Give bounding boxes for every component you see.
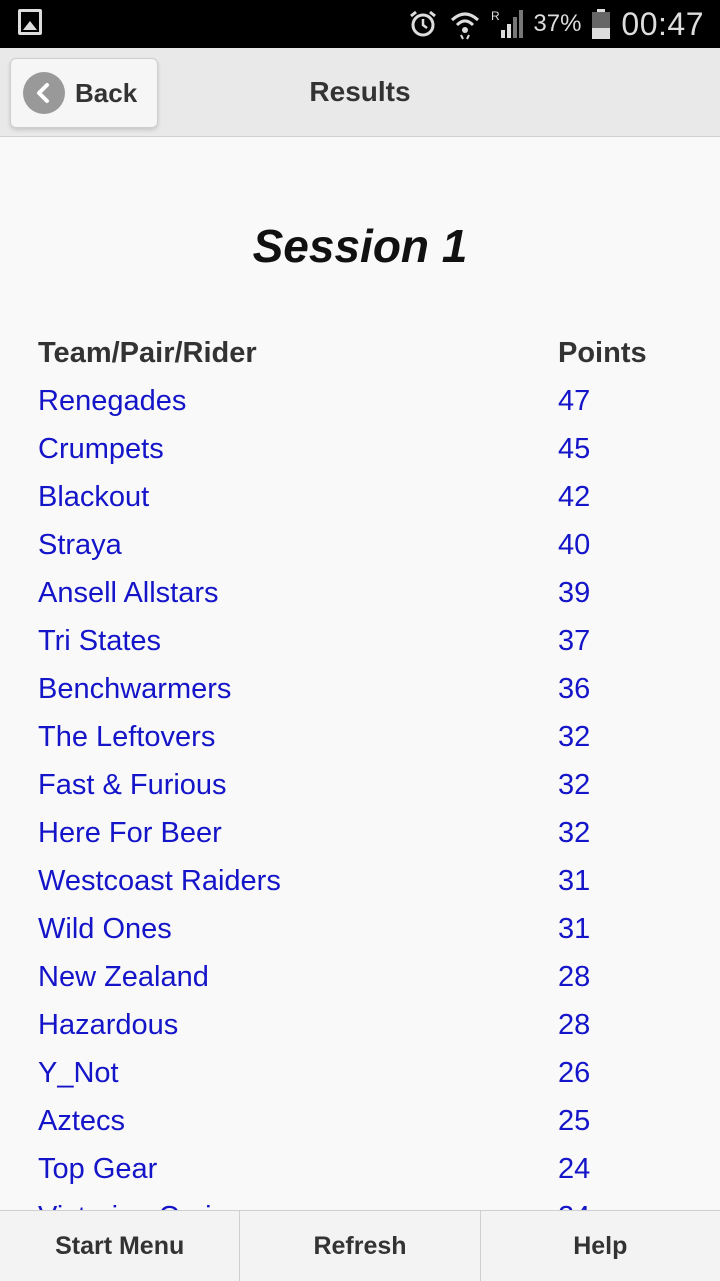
team-name-link[interactable]: Aztecs (38, 1101, 125, 1141)
team-points-link[interactable]: 36 (558, 669, 590, 709)
table-row[interactable]: The Leftovers 32 (38, 717, 678, 765)
team-points-link[interactable]: 37 (558, 621, 590, 661)
footer-nav: Start Menu Refresh Help (0, 1210, 720, 1281)
table-header-row: Team/Pair/Rider Points (38, 333, 678, 381)
battery-percent: 37% (533, 10, 582, 37)
table-row[interactable]: Hazardous 28 (38, 1005, 678, 1053)
table-row[interactable]: New Zealand 28 (38, 957, 678, 1005)
session-title: Session 1 (252, 220, 468, 272)
results-content[interactable]: Session 1 Team/Pair/Rider Points Renegad… (0, 137, 720, 1210)
team-name-link[interactable]: Victorian Cruisers (38, 1197, 266, 1210)
chevron-left-icon (23, 72, 65, 114)
wifi-icon (451, 12, 480, 40)
team-points-link[interactable]: 25 (558, 1101, 590, 1141)
table-row[interactable]: Straya 40 (38, 525, 678, 573)
team-points-link[interactable]: 32 (558, 765, 590, 805)
table-row[interactable]: Crumpets 45 (38, 429, 678, 477)
team-points-link[interactable]: 24 (558, 1197, 590, 1210)
team-points-link[interactable]: 45 (558, 429, 590, 469)
start-menu-button[interactable]: Start Menu (0, 1211, 241, 1281)
team-points-link[interactable]: 26 (558, 1053, 590, 1093)
column-header-points: Points (558, 337, 647, 369)
team-points-link[interactable]: 31 (558, 861, 590, 901)
team-points-link[interactable]: 47 (558, 381, 590, 421)
team-name-link[interactable]: Crumpets (38, 429, 164, 469)
gallery-icon (18, 9, 42, 35)
team-points-link[interactable]: 24 (558, 1149, 590, 1189)
team-points-link[interactable]: 31 (558, 909, 590, 949)
svg-text:R: R (491, 9, 500, 23)
table-row[interactable]: Y_Not 26 (38, 1053, 678, 1101)
table-row[interactable]: Westcoast Raiders 31 (38, 861, 678, 909)
status-bar: R 37% 00:47 (0, 0, 720, 48)
table-row[interactable]: Benchwarmers 36 (38, 669, 678, 717)
team-points-link[interactable]: 40 (558, 525, 590, 565)
column-header-name: Team/Pair/Rider (38, 337, 257, 369)
results-table: Team/Pair/Rider Points Renegades 47 Crumpe… (38, 333, 678, 1210)
table-row[interactable]: Blackout 42 (38, 477, 678, 525)
team-name-link[interactable]: Top Gear (38, 1149, 157, 1189)
clock: 00:47 (621, 5, 704, 42)
team-name-link[interactable]: New Zealand (38, 957, 209, 997)
table-row[interactable]: Tri States 37 (38, 621, 678, 669)
team-name-link[interactable]: Tri States (38, 621, 161, 661)
table-row[interactable]: Here For Beer 32 (38, 813, 678, 861)
team-points-link[interactable]: 39 (558, 573, 590, 613)
table-row[interactable]: Fast & Furious 32 (38, 765, 678, 813)
team-name-link[interactable]: Renegades (38, 381, 186, 421)
team-points-link[interactable]: 32 (558, 717, 590, 757)
team-name-link[interactable]: Benchwarmers (38, 669, 231, 709)
team-name-link[interactable]: Straya (38, 525, 122, 565)
signal-roaming-icon: R (491, 9, 524, 38)
team-name-link[interactable]: Fast & Furious (38, 765, 227, 805)
back-button[interactable]: Back (10, 58, 158, 128)
team-points-link[interactable]: 28 (558, 1005, 590, 1045)
team-name-link[interactable]: Blackout (38, 477, 149, 517)
table-row[interactable]: Top Gear 24 (38, 1149, 678, 1197)
alarm-icon (410, 10, 437, 37)
team-name-link[interactable]: Y_Not (38, 1053, 119, 1093)
table-row[interactable]: Aztecs 25 (38, 1101, 678, 1149)
battery-icon (592, 9, 611, 39)
team-points-link[interactable]: 32 (558, 813, 590, 853)
team-name-link[interactable]: The Leftovers (38, 717, 215, 757)
refresh-button[interactable]: Refresh (240, 1211, 481, 1281)
table-row[interactable]: Victorian Cruisers 24 (38, 1197, 678, 1210)
table-row[interactable]: Renegades 47 (38, 381, 678, 429)
team-name-link[interactable]: Here For Beer (38, 813, 222, 853)
team-name-link[interactable]: Westcoast Raiders (38, 861, 281, 901)
team-points-link[interactable]: 28 (558, 957, 590, 997)
table-row[interactable]: Ansell Allstars 39 (38, 573, 678, 621)
team-name-link[interactable]: Wild Ones (38, 909, 172, 949)
app-header: Results Back (0, 48, 720, 137)
team-points-link[interactable]: 42 (558, 477, 590, 517)
help-button[interactable]: Help (480, 1211, 720, 1281)
back-button-label: Back (75, 77, 138, 108)
team-name-link[interactable]: Hazardous (38, 1005, 178, 1045)
team-name-link[interactable]: Ansell Allstars (38, 573, 219, 613)
table-row[interactable]: Wild Ones 31 (38, 909, 678, 957)
